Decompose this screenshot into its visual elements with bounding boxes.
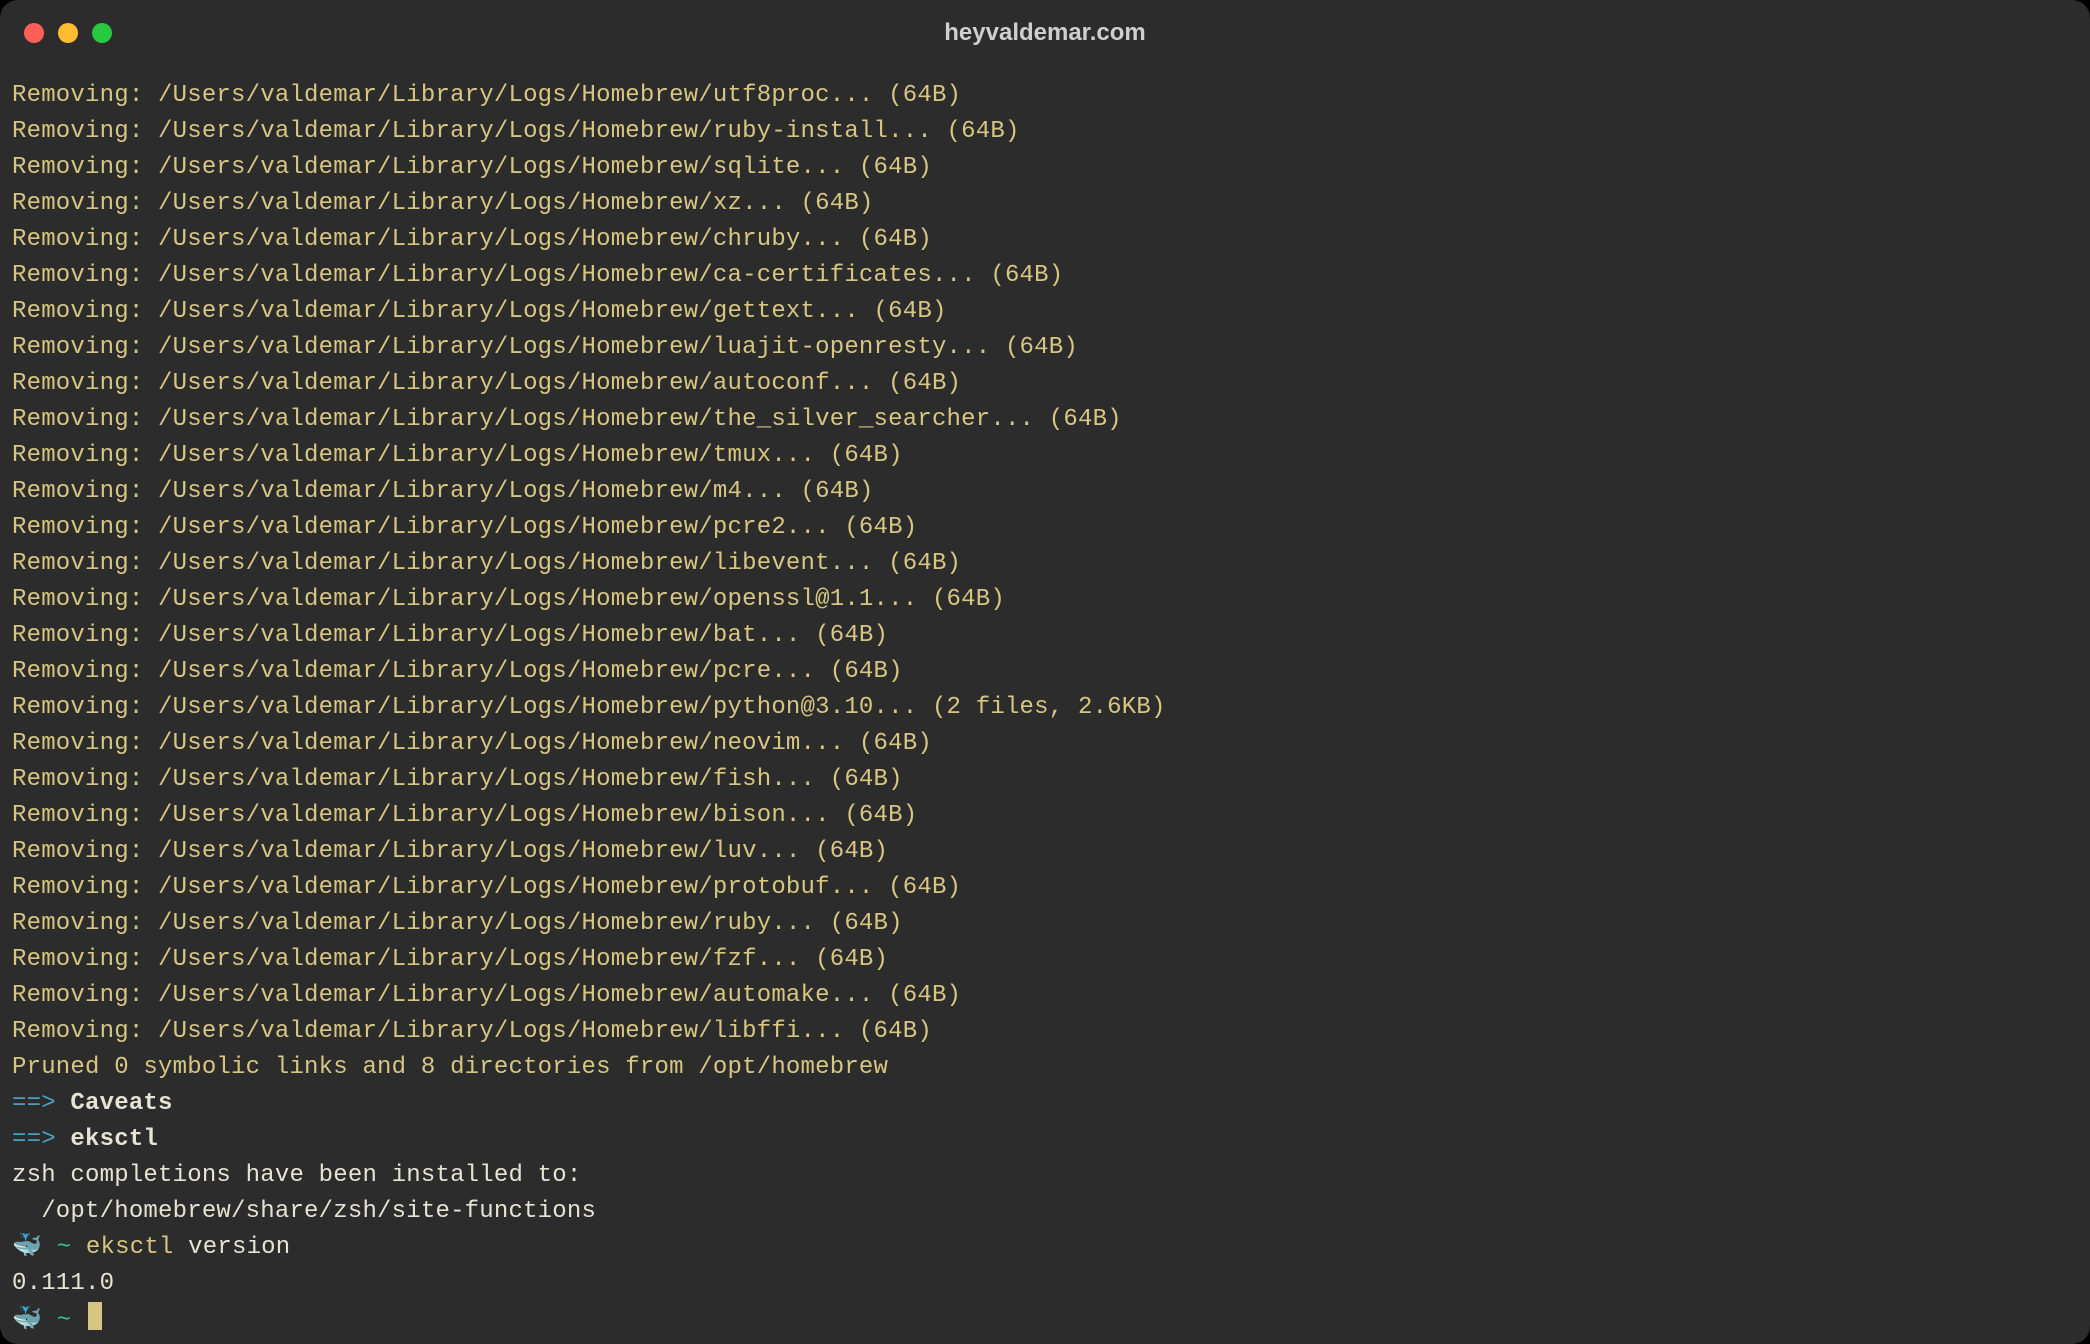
- removing-line: Removing: /Users/valdemar/Library/Logs/H…: [12, 978, 2078, 1014]
- removing-line: Removing: /Users/valdemar/Library/Logs/H…: [12, 366, 2078, 402]
- window-title: heyvaldemar.com: [0, 12, 2090, 54]
- removing-line: Removing: /Users/valdemar/Library/Logs/H…: [12, 546, 2078, 582]
- prompt-command: eksctl: [86, 1234, 174, 1261]
- removing-line: Removing: /Users/valdemar/Library/Logs/H…: [12, 78, 2078, 114]
- removing-line: Removing: /Users/valdemar/Library/Logs/H…: [12, 150, 2078, 186]
- prompt-arg: version: [188, 1234, 290, 1261]
- removing-line: Removing: /Users/valdemar/Library/Logs/H…: [12, 870, 2078, 906]
- arrow-icon: ==>: [12, 1090, 56, 1117]
- removing-line: Removing: /Users/valdemar/Library/Logs/H…: [12, 114, 2078, 150]
- removing-line: Removing: /Users/valdemar/Library/Logs/H…: [12, 294, 2078, 330]
- removing-line: Removing: /Users/valdemar/Library/Logs/H…: [12, 690, 2078, 726]
- close-icon[interactable]: [24, 23, 44, 43]
- removing-line: Removing: /Users/valdemar/Library/Logs/H…: [12, 798, 2078, 834]
- removing-line: Removing: /Users/valdemar/Library/Logs/H…: [12, 402, 2078, 438]
- removing-line: Removing: /Users/valdemar/Library/Logs/H…: [12, 618, 2078, 654]
- section-eksctl: ==> eksctl: [12, 1122, 2078, 1158]
- arrow-icon: ==>: [12, 1126, 56, 1153]
- section-label: Caveats: [70, 1090, 172, 1117]
- removing-line: Removing: /Users/valdemar/Library/Logs/H…: [12, 258, 2078, 294]
- pruned-line: Pruned 0 symbolic links and 8 directorie…: [12, 1050, 2078, 1086]
- traffic-lights: [0, 23, 112, 43]
- terminal-window: heyvaldemar.com Removing: /Users/valdema…: [0, 0, 2090, 1344]
- prompt-line-1: 🐳 ~ eksctl version: [12, 1230, 2078, 1266]
- removing-line: Removing: /Users/valdemar/Library/Logs/H…: [12, 654, 2078, 690]
- removing-line: Removing: /Users/valdemar/Library/Logs/H…: [12, 474, 2078, 510]
- removing-line: Removing: /Users/valdemar/Library/Logs/H…: [12, 510, 2078, 546]
- removing-line: Removing: /Users/valdemar/Library/Logs/H…: [12, 726, 2078, 762]
- completions-line-2: /opt/homebrew/share/zsh/site-functions: [12, 1194, 2078, 1230]
- prompt-tilde: ~: [57, 1307, 72, 1334]
- cursor: [88, 1302, 102, 1330]
- removing-line: Removing: /Users/valdemar/Library/Logs/H…: [12, 1014, 2078, 1050]
- minimize-icon[interactable]: [58, 23, 78, 43]
- completions-line-1: zsh completions have been installed to:: [12, 1158, 2078, 1194]
- removing-line: Removing: /Users/valdemar/Library/Logs/H…: [12, 186, 2078, 222]
- terminal-body[interactable]: Removing: /Users/valdemar/Library/Logs/H…: [0, 54, 2090, 1344]
- removing-line: Removing: /Users/valdemar/Library/Logs/H…: [12, 330, 2078, 366]
- section-caveats: ==> Caveats: [12, 1086, 2078, 1122]
- prompt-line-2[interactable]: 🐳 ~: [12, 1302, 2078, 1339]
- removing-line: Removing: /Users/valdemar/Library/Logs/H…: [12, 942, 2078, 978]
- zoom-icon[interactable]: [92, 23, 112, 43]
- removing-line: Removing: /Users/valdemar/Library/Logs/H…: [12, 834, 2078, 870]
- prompt-tilde: ~: [57, 1234, 72, 1261]
- removing-line: Removing: /Users/valdemar/Library/Logs/H…: [12, 906, 2078, 942]
- version-output: 0.111.0: [12, 1266, 2078, 1302]
- whale-icon: 🐳: [12, 1230, 42, 1266]
- section-label: eksctl: [70, 1126, 158, 1153]
- whale-icon: 🐳: [12, 1303, 42, 1339]
- removing-line: Removing: /Users/valdemar/Library/Logs/H…: [12, 582, 2078, 618]
- titlebar: heyvaldemar.com: [0, 12, 2090, 54]
- removing-line: Removing: /Users/valdemar/Library/Logs/H…: [12, 438, 2078, 474]
- removing-line: Removing: /Users/valdemar/Library/Logs/H…: [12, 762, 2078, 798]
- removing-line: Removing: /Users/valdemar/Library/Logs/H…: [12, 222, 2078, 258]
